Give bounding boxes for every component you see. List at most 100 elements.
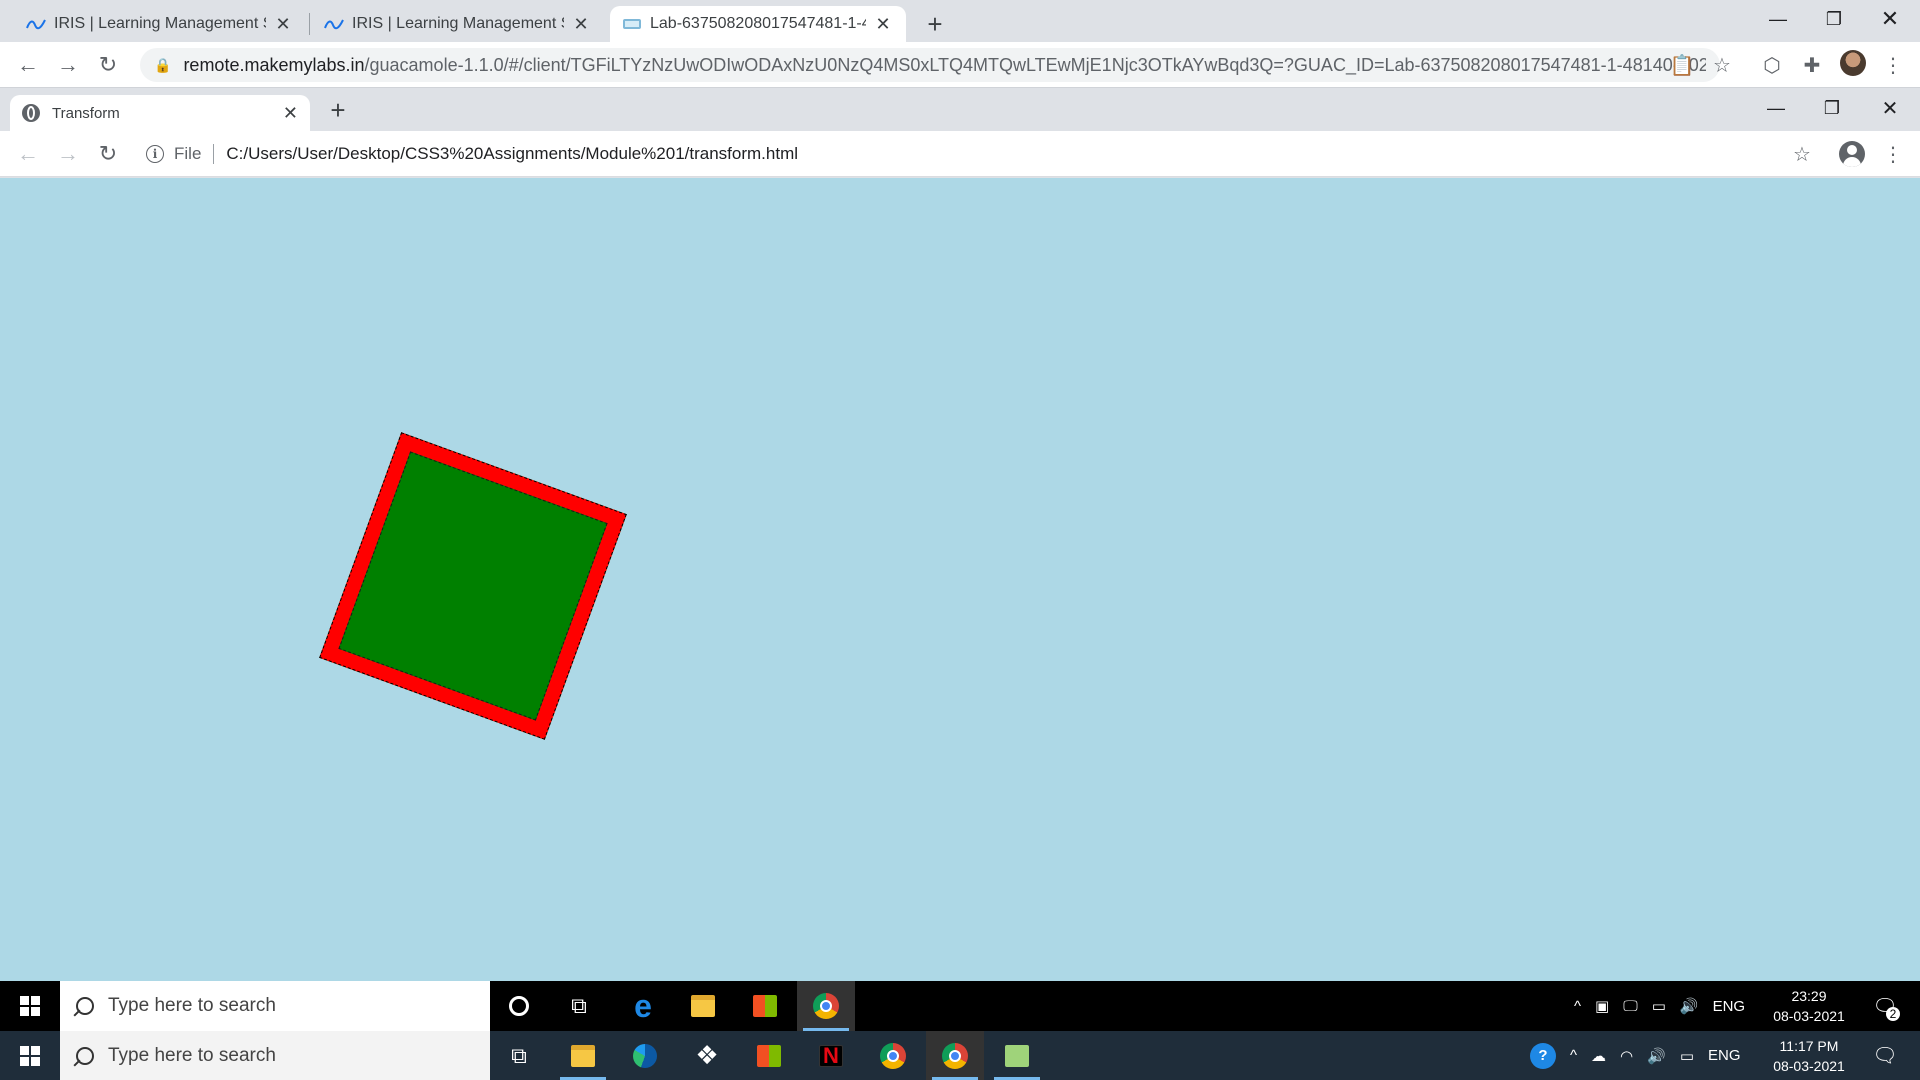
lab-icon: [623, 19, 641, 29]
back-icon[interactable]: ←: [12, 49, 44, 81]
task-view-icon[interactable]: ⧉: [490, 1031, 548, 1080]
file-explorer-icon[interactable]: [674, 981, 732, 1031]
chrome-icon[interactable]: [797, 981, 855, 1031]
outer-tab-strip: IRIS | Learning Management Syst ✕ IRIS |…: [0, 0, 1920, 42]
minimize-icon[interactable]: —: [1750, 0, 1806, 38]
outer-tab-lab[interactable]: Lab-637508208017547481-1-48 ✕: [610, 6, 906, 42]
notepad-icon[interactable]: [988, 1031, 1046, 1080]
system-tray[interactable]: ? ^ ☁ ◠ 🔊 ▭ ENG: [1530, 1031, 1741, 1080]
notification-icon[interactable]: 🗨 2: [1862, 981, 1908, 1031]
chevron-up-icon[interactable]: ^: [1570, 1047, 1577, 1064]
tab-separator: [309, 13, 310, 35]
language-indicator[interactable]: ENG: [1708, 1047, 1741, 1064]
close-window-icon[interactable]: ✕: [1862, 89, 1918, 127]
bookmark-star-icon[interactable]: ☆: [1709, 52, 1735, 78]
forward-icon[interactable]: →: [52, 49, 84, 81]
start-button[interactable]: [0, 1031, 60, 1080]
action-center-icon[interactable]: 🗨: [1862, 1031, 1908, 1080]
close-icon[interactable]: ✕: [872, 13, 894, 35]
help-icon[interactable]: ?: [1530, 1042, 1556, 1069]
edge-legacy-icon[interactable]: e: [614, 981, 672, 1031]
close-window-icon[interactable]: ✕: [1862, 0, 1918, 38]
new-tab-button[interactable]: +: [919, 8, 951, 40]
restore-icon[interactable]: ❐: [1806, 0, 1862, 38]
device-icon[interactable]: ▣: [1595, 997, 1609, 1015]
back-icon[interactable]: ←: [12, 138, 44, 170]
netflix-icon[interactable]: N: [802, 1031, 860, 1080]
extensions-puzzle-icon[interactable]: ✚: [1799, 52, 1825, 78]
profile-icon[interactable]: [1839, 141, 1865, 167]
menu-kebab-icon[interactable]: ⋮: [1880, 141, 1906, 167]
address-url[interactable]: remote.makemylabs.in/guacamole-1.1.0/#/c…: [183, 55, 1706, 76]
lock-icon: 🔒: [154, 56, 172, 73]
search-icon: [76, 997, 94, 1015]
wifi-icon[interactable]: ◠: [1620, 1047, 1633, 1065]
windows-icon: [20, 996, 40, 1016]
reload-icon[interactable]: ↻: [92, 138, 124, 170]
clock-time: 11:17 PM: [1779, 1037, 1839, 1054]
minimize-icon[interactable]: —: [1748, 89, 1804, 127]
display-icon[interactable]: ▭: [1652, 997, 1666, 1015]
cloud-icon[interactable]: ☁: [1591, 1047, 1606, 1065]
divider: [213, 144, 215, 164]
start-button[interactable]: [0, 981, 60, 1031]
new-tab-button[interactable]: +: [322, 94, 354, 126]
clock-date: 08-03-2021: [1773, 1008, 1845, 1024]
file-explorer-icon[interactable]: [554, 1031, 612, 1080]
iris-icon: [324, 19, 344, 30]
outer-tab-iris-1[interactable]: IRIS | Learning Management Syst ✕: [14, 6, 306, 42]
clock[interactable]: 23:29 08-03-2021: [1764, 981, 1854, 1031]
inner-tab-transform[interactable]: Transform ✕: [10, 95, 310, 131]
windows-icon: [20, 1045, 40, 1066]
remote-taskbar: Type here to search ⧉ e ^ ▣ 🖵 ▭ 🔊 ENG 23…: [0, 981, 1920, 1031]
store-icon[interactable]: [736, 981, 794, 1031]
chrome-icon[interactable]: [864, 1031, 922, 1080]
forward-icon[interactable]: →: [52, 138, 84, 170]
reload-icon[interactable]: ↻: [92, 49, 124, 81]
menu-kebab-icon[interactable]: ⋮: [1880, 52, 1906, 78]
outer-tab-label: IRIS | Learning Management Syst: [352, 15, 564, 32]
chevron-up-icon[interactable]: ^: [1574, 998, 1581, 1015]
outer-toolbar: ← → ↻ 🔒 remote.makemylabs.in/guacamole-1…: [0, 42, 1920, 88]
system-tray[interactable]: ^ ▣ 🖵 ▭ 🔊 ENG: [1574, 981, 1745, 1031]
battery-icon[interactable]: ▭: [1680, 1047, 1694, 1065]
avatar[interactable]: [1840, 50, 1866, 76]
page-viewport: [0, 178, 1920, 981]
iris-icon: [26, 19, 46, 30]
close-icon[interactable]: ✕: [272, 13, 294, 35]
search-placeholder: Type here to search: [108, 995, 276, 1016]
edge-icon[interactable]: [616, 1031, 674, 1080]
clock[interactable]: 11:17 PM 08-03-2021: [1764, 1031, 1854, 1080]
globe-icon: [22, 104, 40, 122]
task-view-icon[interactable]: ⧉: [550, 981, 608, 1031]
extension-cube-icon[interactable]: ⬡: [1759, 52, 1785, 78]
chrome-profile-icon[interactable]: [926, 1031, 984, 1080]
address-bar[interactable]: 🔒 remote.makemylabs.in/guacamole-1.1.0/#…: [140, 48, 1720, 82]
volume-icon[interactable]: 🔊: [1647, 1047, 1666, 1065]
restore-icon[interactable]: ❐: [1804, 89, 1860, 127]
network-icon[interactable]: 🖵: [1623, 998, 1637, 1015]
outer-tab-iris-2[interactable]: IRIS | Learning Management Syst ✕: [312, 6, 604, 42]
volume-icon[interactable]: 🔊: [1680, 997, 1699, 1015]
clipboard-icon[interactable]: 📋: [1669, 52, 1695, 78]
close-icon[interactable]: ✕: [283, 103, 298, 124]
language-indicator[interactable]: ENG: [1713, 998, 1746, 1015]
outer-tab-label: Lab-637508208017547481-1-48: [650, 15, 866, 32]
search-input[interactable]: Type here to search: [60, 981, 490, 1031]
outer-tab-label: IRIS | Learning Management Syst: [54, 15, 266, 32]
cortana-icon[interactable]: [490, 981, 548, 1031]
transformed-box: [319, 432, 627, 740]
search-input[interactable]: Type here to search: [60, 1031, 490, 1080]
inner-tab-strip: Transform ✕ + — ❐ ✕: [0, 89, 1920, 131]
box-dashed-outline: [338, 451, 608, 721]
site-info-chip[interactable]: i File C:/Users/User/Desktop/CSS3%20Assi…: [146, 144, 798, 164]
dropbox-icon[interactable]: ❖: [678, 1031, 736, 1080]
local-taskbar: Type here to search ⧉ ❖ N ? ^ ☁ ◠ 🔊 ▭ EN…: [0, 1031, 1920, 1080]
clock-date: 08-03-2021: [1773, 1057, 1845, 1074]
close-icon[interactable]: ✕: [570, 13, 592, 35]
store-icon[interactable]: [740, 1031, 798, 1080]
bookmark-star-icon[interactable]: ☆: [1789, 141, 1815, 167]
notification-count: 2: [1886, 1007, 1900, 1021]
inner-tab-label: Transform: [52, 104, 120, 122]
address-url[interactable]: C:/Users/User/Desktop/CSS3%20Assignments…: [226, 144, 798, 164]
